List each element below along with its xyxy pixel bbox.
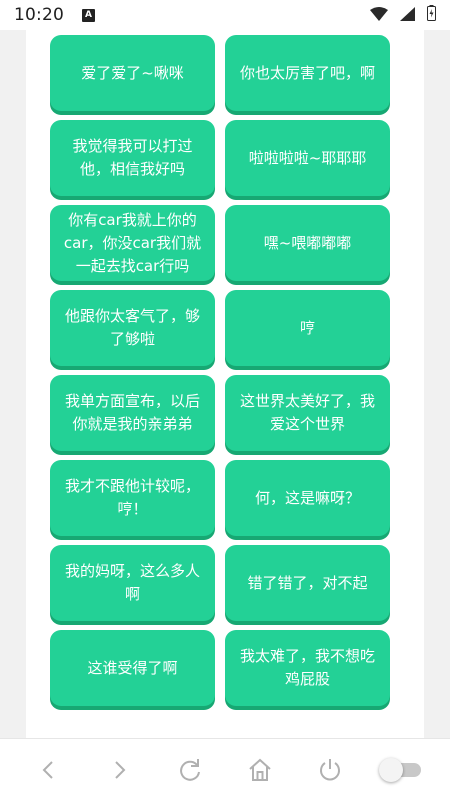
back-icon (42, 760, 53, 779)
sound-button-label: 我太难了，我不想吃鸡屁股 (239, 647, 375, 688)
sound-button[interactable]: 这谁受得了啊 (50, 630, 215, 706)
forward-icon (115, 760, 126, 779)
wifi-icon (370, 6, 388, 25)
sound-button-label: 我的妈呀，这么多人啊 (64, 562, 200, 603)
refresh-button[interactable] (168, 748, 212, 792)
status-time: 10:20 (14, 5, 64, 25)
sound-button-grid: 爱了爱了~啾咪 你也太厉害了吧，啊我觉得我可以打过他，相信我好吗 啦啦啦啦~耶耶耶你… (50, 35, 390, 706)
sound-button-label: 这谁受得了啊 (87, 658, 178, 677)
sound-button-label: 嘿~喂嘟嘟嘟 (263, 233, 352, 252)
back-button[interactable] (27, 748, 71, 792)
sound-button[interactable]: 我单方面宣布，以后你就是我的亲弟弟 (50, 375, 215, 451)
sound-button-label: 哼 (299, 318, 315, 337)
sound-button[interactable]: 我才不跟他计较呢，哼！ (50, 460, 215, 536)
sound-button-label: 他跟你太客气了，够了够啦 (64, 307, 200, 348)
sound-button-label: 何，这是嘛呀？ (254, 488, 360, 507)
sound-button[interactable]: 我觉得我可以打过他，相信我好吗 (50, 120, 215, 196)
home-button[interactable] (238, 748, 282, 792)
notification-icon: A (82, 8, 95, 22)
sound-panel: 爱了爱了~啾咪 你也太厉害了吧，啊我觉得我可以打过他，相信我好吗 啦啦啦啦~耶耶耶你… (26, 30, 424, 738)
sound-button[interactable]: 哼 (225, 290, 390, 366)
sound-button-label: 爱了爱了~啾咪 (81, 63, 184, 82)
sound-button-label: 我单方面宣布，以后你就是我的亲弟弟 (64, 392, 200, 433)
sound-button[interactable]: 嘿~喂嘟嘟嘟 (225, 205, 390, 281)
sound-button[interactable]: 这世界太美好了，我爱这个世界 (225, 375, 390, 451)
toggle-knob (378, 757, 403, 782)
power-icon (320, 758, 341, 780)
sound-button-label: 这世界太美好了，我爱这个世界 (239, 392, 375, 433)
sound-button-label: 你有car我就上你的car，你没car我们就一起去找car行吗 (63, 210, 202, 275)
sound-button[interactable]: 你有car我就上你的car，你没car我们就一起去找car行吗 (50, 205, 215, 281)
sound-button[interactable]: 错了错了，对不起 (225, 545, 390, 621)
sound-button[interactable]: 何，这是嘛呀？ (225, 460, 390, 536)
sound-button[interactable]: 我的妈呀，这么多人啊 (50, 545, 215, 621)
sound-button-label: 我才不跟他计较呢，哼！ (64, 477, 200, 518)
signal-icon (400, 6, 415, 25)
sound-button-label: 我觉得我可以打过他，相信我好吗 (72, 137, 193, 178)
sound-button[interactable]: 啦啦啦啦~耶耶耶 (225, 120, 390, 196)
sound-button[interactable]: 爱了爱了~啾咪 (50, 35, 215, 111)
power-button[interactable] (308, 748, 352, 792)
refresh-icon (179, 758, 200, 781)
status-bar: 10:20 A (0, 0, 450, 30)
home-icon (249, 758, 271, 781)
sound-button-label: 啦啦啦啦~耶耶耶 (248, 148, 367, 167)
sound-button-label: 错了错了，对不起 (247, 573, 368, 592)
sound-button[interactable]: 你也太厉害了吧，啊 (225, 35, 390, 111)
sound-button[interactable]: 我太难了，我不想吃鸡屁股 (225, 630, 390, 706)
forward-button[interactable] (97, 748, 141, 792)
sound-button[interactable]: 他跟你太客气了，够了够啦 (50, 290, 215, 366)
bottom-nav-bar (0, 738, 450, 800)
content-area: 爱了爱了~啾咪 你也太厉害了吧，啊我觉得我可以打过他，相信我好吗 啦啦啦啦~耶耶耶你… (0, 30, 450, 738)
status-icons (370, 5, 436, 25)
toggle-switch[interactable] (378, 757, 423, 782)
battery-icon (427, 5, 436, 25)
sound-button-label: 你也太厉害了吧，啊 (239, 63, 375, 82)
